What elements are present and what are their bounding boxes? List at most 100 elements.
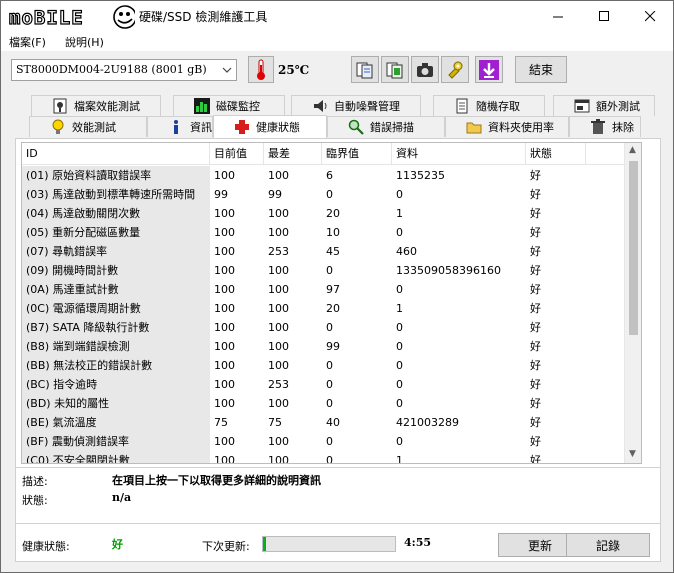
minimize-icon — [552, 16, 563, 17]
menu-help[interactable]: 說明(H) — [65, 34, 104, 50]
cell-threshold: 0 — [326, 188, 333, 201]
temperature-button[interactable] — [248, 56, 274, 83]
cell-id: (04) 馬達啟動關閉次數 — [22, 204, 210, 223]
cell-id: (BB) 無法校正的錯誤計數 — [22, 356, 210, 375]
cell-threshold: 10 — [326, 226, 340, 239]
tab-label: 磁碟監控 — [216, 100, 260, 113]
cell-threshold: 99 — [326, 340, 340, 353]
table-row[interactable]: (BC) 指令逾時 100 253 0 0 好 — [22, 375, 641, 394]
description-value: 在項目上按一下以取得更多詳細的說明資訊 — [112, 474, 321, 487]
cell-id: (07) 尋軌錯誤率 — [22, 242, 210, 261]
tab-extra-tests[interactable]: 額外測試 — [553, 95, 655, 116]
cell-worst: 253 — [268, 378, 289, 391]
cell-worst: 100 — [268, 454, 289, 464]
table-row[interactable]: (09) 開機時間計數 100 100 0 133509058396160 好 — [22, 261, 641, 280]
scroll-up-icon[interactable]: ▲ — [629, 145, 636, 155]
cell-status: 好 — [530, 340, 541, 353]
progress-fill — [263, 537, 266, 551]
next-update-label: 下次更新: — [202, 540, 250, 553]
tab-random-access[interactable]: 隨機存取 — [433, 95, 545, 116]
cell-status: 好 — [530, 416, 541, 429]
health-status-value: 好 — [112, 538, 123, 551]
window-icon — [574, 99, 590, 113]
cell-current: 100 — [214, 264, 235, 277]
file-benchmark-icon — [53, 98, 67, 114]
cell-threshold: 0 — [326, 435, 333, 448]
column-header-current[interactable]: 目前值 — [210, 143, 264, 165]
tab-label: 資訊 — [190, 121, 212, 134]
table-row[interactable]: (BD) 未知的屬性 100 100 0 0 好 — [22, 394, 641, 413]
cell-current: 100 — [214, 454, 235, 464]
tab-aam[interactable]: 自動噪聲管理 — [291, 95, 421, 116]
cell-threshold: 0 — [326, 359, 333, 372]
tab-benchmark[interactable]: 效能測試 — [29, 116, 147, 137]
table-row[interactable]: (BF) 震動偵測錯誤率 100 100 0 0 好 — [22, 432, 641, 451]
temperature-value: 25℃ — [278, 63, 310, 77]
tab-label: 檔案效能測試 — [74, 100, 140, 113]
copy-all-button[interactable] — [381, 56, 409, 83]
thermometer-icon — [257, 59, 265, 80]
cell-id: (B7) SATA 降級執行計數 — [22, 318, 210, 337]
cell-threshold: 0 — [326, 378, 333, 391]
tab-health[interactable]: 健康狀態 — [213, 115, 327, 138]
tab-file-benchmark[interactable]: 檔案效能測試 — [31, 95, 161, 116]
table-row[interactable]: (B8) 端到端錯誤檢測 100 100 99 0 好 — [22, 337, 641, 356]
cell-threshold: 0 — [326, 264, 333, 277]
tab-error-scan[interactable]: 錯誤掃描 — [327, 116, 445, 137]
cell-data: 0 — [396, 188, 403, 201]
copy-all-icon — [386, 62, 403, 78]
tab-disk-monitor[interactable]: 磁碟監控 — [173, 95, 285, 116]
cell-current: 75 — [214, 416, 228, 429]
exit-button[interactable]: 結束 — [515, 56, 567, 83]
minimize-button[interactable] — [535, 1, 581, 31]
close-button[interactable] — [627, 1, 673, 31]
table-row[interactable]: (BB) 無法校正的錯誤計數 100 100 0 0 好 — [22, 356, 641, 375]
drive-select[interactable]: ST8000DM004-2U9188 (8001 gB) — [11, 59, 237, 81]
cell-data: 0 — [396, 359, 403, 372]
cell-status: 好 — [530, 321, 541, 334]
table-row[interactable]: (0C) 電源循環周期計數 100 100 20 1 好 — [22, 299, 641, 318]
cell-threshold: 6 — [326, 169, 333, 182]
copy-button[interactable] — [351, 56, 379, 83]
cell-worst: 100 — [268, 169, 289, 182]
column-header-threshold[interactable]: 臨界值 — [322, 143, 392, 165]
tab-erase[interactable]: 抹除 — [569, 116, 641, 137]
document-icon — [456, 98, 468, 114]
table-row[interactable]: (C0) 不安全關閉計數 100 100 0 1 好 — [22, 451, 641, 464]
vertical-scrollbar[interactable]: ▲ ▼ — [624, 143, 641, 463]
log-button[interactable]: 記錄 — [566, 533, 650, 557]
options-button[interactable] — [441, 56, 469, 83]
cell-worst: 100 — [268, 226, 289, 239]
table-row[interactable]: (05) 重新分配磁區數量 100 100 10 0 好 — [22, 223, 641, 242]
cell-id: (09) 開機時間計數 — [22, 261, 210, 280]
cell-current: 100 — [214, 378, 235, 391]
screenshot-button[interactable] — [411, 56, 439, 83]
column-header-data[interactable]: 資料 — [392, 143, 526, 165]
table-row[interactable]: (03) 馬達啟動到標準轉速所需時間 99 99 0 0 好 — [22, 185, 641, 204]
table-row[interactable]: (BE) 氣流溫度 75 75 40 421003289 好 — [22, 413, 641, 432]
tab-info[interactable]: 資訊 — [147, 116, 213, 137]
table-row[interactable]: (07) 尋軌錯誤率 100 253 45 460 好 — [22, 242, 641, 261]
column-header-id[interactable]: ID — [22, 143, 210, 165]
maximize-icon — [598, 10, 609, 21]
scroll-down-icon[interactable]: ▼ — [629, 449, 636, 459]
column-header-worst[interactable]: 最差 — [264, 143, 322, 165]
speaker-icon — [314, 100, 327, 112]
tab-folder-usage[interactable]: 資料夾使用率 — [445, 116, 569, 137]
scrollbar-thumb[interactable] — [629, 161, 638, 335]
tab-label: 資料夾使用率 — [488, 121, 554, 134]
table-row[interactable]: (0A) 馬達重試計數 100 100 97 0 好 — [22, 280, 641, 299]
maximize-button[interactable] — [581, 1, 627, 31]
table-row[interactable]: (B7) SATA 降級執行計數 100 100 0 0 好 — [22, 318, 641, 337]
menu-file[interactable]: 檔案(F) — [9, 34, 46, 50]
cell-worst: 100 — [268, 397, 289, 410]
health-panel: ID 目前值 最差 臨界值 資料 狀態 (01) 原始資料讀取錯誤率 100 100… — [15, 138, 661, 562]
status-value: n/a — [112, 491, 132, 504]
column-header-status[interactable]: 狀態 — [526, 143, 586, 165]
cell-data: 0 — [396, 378, 403, 391]
table-row[interactable]: (04) 馬達啟動關閉次數 100 100 20 1 好 — [22, 204, 641, 223]
cell-worst: 100 — [268, 264, 289, 277]
download-button[interactable] — [475, 56, 503, 83]
table-row[interactable]: (01) 原始資料讀取錯誤率 100 100 6 1135235 好 — [22, 166, 641, 185]
cell-current: 100 — [214, 245, 235, 258]
